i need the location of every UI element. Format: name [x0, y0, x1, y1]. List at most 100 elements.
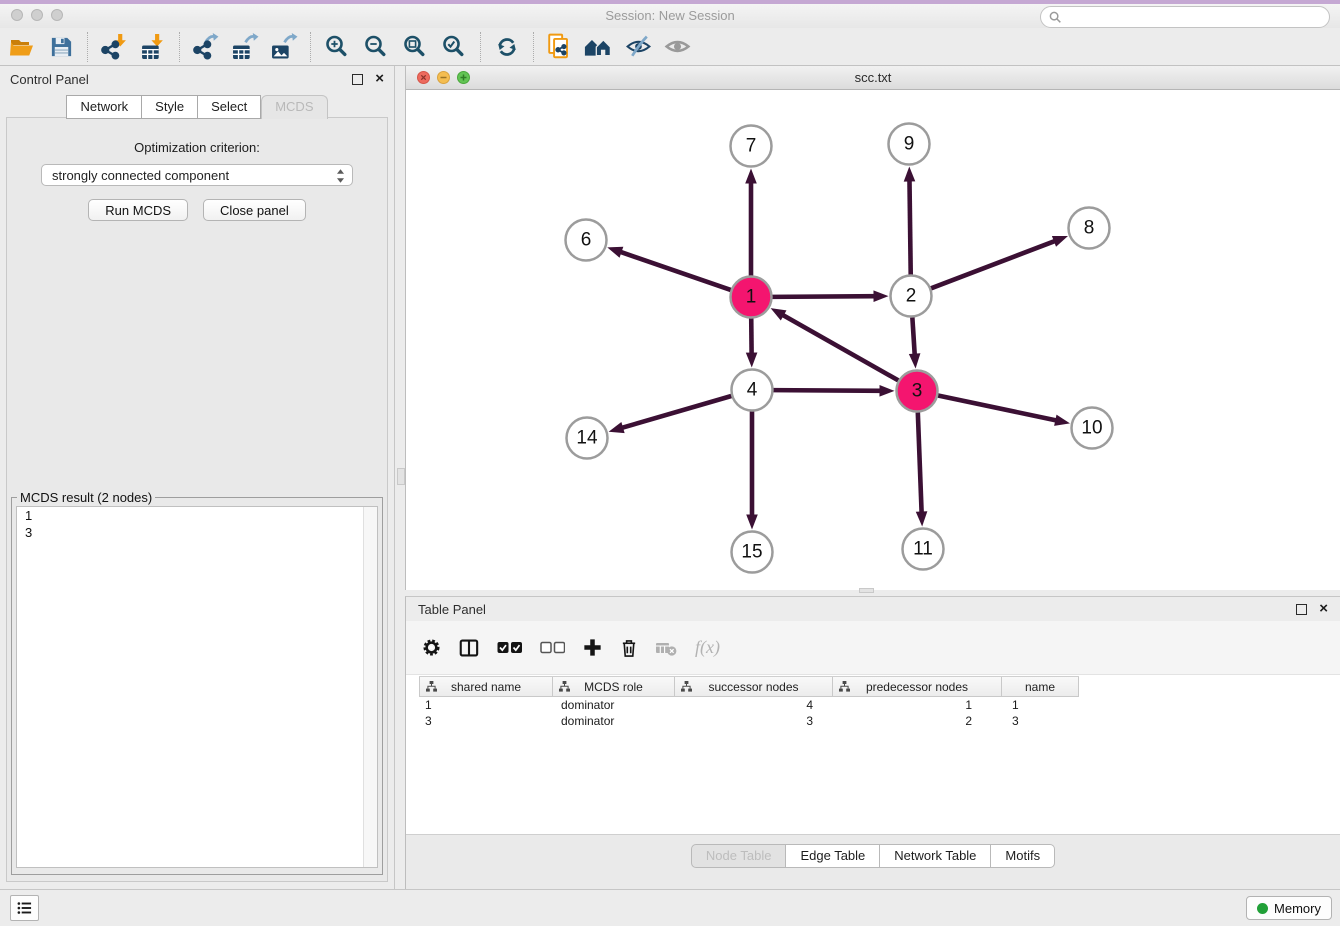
column-header-successor-nodes[interactable]: successor nodes — [675, 677, 833, 696]
column-header-predecessor-nodes[interactable]: predecessor nodes — [833, 677, 1002, 696]
zoom-in-button[interactable] — [320, 30, 354, 64]
run-mcds-button[interactable]: Run MCDS — [88, 199, 188, 221]
mcds-result-list[interactable]: 13 — [16, 506, 378, 868]
gear-icon — [422, 638, 441, 657]
mcds-panel: Optimization criterion: strongly connect… — [6, 117, 388, 882]
checked-boxes-icon — [497, 641, 522, 654]
new-network-from-selection-button[interactable] — [543, 30, 577, 64]
search-box — [1040, 6, 1330, 28]
graph-edge-arrowhead — [904, 166, 916, 181]
vertical-splitter-handle[interactable] — [397, 468, 405, 485]
column-header-mcds-role[interactable]: MCDS role — [553, 677, 675, 696]
split-pane-icon — [459, 639, 479, 657]
table-toolbar: f(x) — [406, 621, 1340, 675]
select-all-checkboxes-button[interactable] — [497, 641, 522, 654]
column-header-shared-name[interactable]: shared name — [419, 677, 553, 696]
graph-node-label: 15 — [741, 542, 762, 563]
graph-edge-2-3[interactable] — [912, 317, 914, 355]
column-settings-button[interactable] — [422, 638, 441, 657]
graph-edge-1-6[interactable] — [620, 252, 731, 290]
node-table-header: shared nameMCDS rolesuccessor nodesprede… — [419, 676, 1079, 697]
graph-node-label: 14 — [576, 428, 598, 449]
refresh-icon — [494, 34, 520, 60]
horizontal-splitter-handle[interactable] — [859, 588, 874, 593]
criterion-select[interactable]: strongly connected component — [41, 164, 353, 186]
zoom-fit-button[interactable] — [398, 30, 432, 64]
zoom-selected-button[interactable] — [437, 30, 471, 64]
memory-status-dot — [1257, 903, 1268, 914]
table-row[interactable]: 1dominator411 — [419, 697, 1079, 713]
graph-edge-3-11[interactable] — [918, 412, 922, 513]
mcds-result-node: 1 — [17, 507, 377, 524]
export-image-icon — [271, 33, 298, 60]
delete-table-button[interactable] — [656, 640, 677, 656]
mcds-result-scrollbar[interactable] — [363, 507, 377, 867]
table-cell: 1 — [419, 698, 553, 712]
add-column-button[interactable] — [583, 638, 602, 657]
table-tab-network-table[interactable]: Network Table — [880, 844, 991, 868]
graph-edge-1-2[interactable] — [772, 296, 875, 297]
control-panel-tabs: NetworkStyleSelectMCDS — [0, 95, 394, 119]
graph-node-label: 10 — [1081, 418, 1102, 439]
control-tab-select[interactable]: Select — [198, 95, 261, 119]
graph-node-label: 6 — [581, 230, 592, 251]
zoom-out-button[interactable] — [359, 30, 393, 64]
export-table-button[interactable] — [228, 30, 262, 64]
export-network-button[interactable] — [189, 30, 223, 64]
graph-edge-arrowhead — [1052, 236, 1068, 247]
graph-edge-3-10[interactable] — [938, 395, 1057, 420]
hide-selected-button[interactable] — [621, 30, 655, 64]
export-image-button[interactable] — [267, 30, 301, 64]
show-all-button[interactable] — [660, 30, 694, 64]
split-table-button[interactable] — [459, 639, 479, 657]
table-row[interactable]: 3dominator323 — [419, 713, 1079, 729]
column-header-name[interactable]: name — [1002, 677, 1079, 696]
control-tab-mcds[interactable]: MCDS — [261, 95, 327, 119]
delete-table-icon — [656, 640, 677, 656]
network-canvas[interactable]: 7968124314101511 — [406, 89, 1340, 590]
table-tabs-bar: Node TableEdge TableNetwork TableMotifs — [406, 834, 1340, 890]
graph-node-label: 4 — [747, 380, 758, 401]
node-table-body: 1dominator4113dominator323 — [419, 697, 1079, 729]
column-header-label: successor nodes — [675, 680, 832, 694]
search-input[interactable] — [1067, 9, 1321, 25]
main-toolbar — [0, 28, 1340, 66]
table-cell: 4 — [675, 698, 833, 712]
network-window: scc.txt 7968124314101511 — [405, 66, 1340, 590]
memory-button[interactable]: Memory — [1246, 896, 1332, 920]
delete-column-button[interactable] — [620, 638, 638, 658]
graph-node-label: 2 — [906, 286, 917, 307]
home-button[interactable] — [582, 30, 616, 64]
table-tab-motifs[interactable]: Motifs — [991, 844, 1055, 868]
open-session-button[interactable] — [5, 30, 39, 64]
mcds-result-title: MCDS result (2 nodes) — [17, 490, 155, 505]
graph-edge-3-1[interactable] — [782, 314, 898, 380]
toolbar-separator — [87, 32, 88, 62]
table-panel-close-button[interactable]: × — [1319, 604, 1328, 614]
control-panel-float-button[interactable] — [352, 74, 363, 85]
close-panel-button[interactable]: Close panel — [203, 199, 306, 221]
table-panel-float-button[interactable] — [1296, 604, 1307, 615]
import-network-button[interactable] — [97, 30, 131, 64]
control-panel-title: Control Panel — [10, 72, 352, 87]
graph-edge-4-14[interactable] — [621, 396, 731, 428]
toolbar-separator — [533, 32, 534, 62]
graph-edge-4-3[interactable] — [773, 390, 881, 391]
control-panel-close-button[interactable]: × — [375, 74, 384, 84]
network-view-title: scc.txt — [406, 70, 1340, 85]
task-history-button[interactable] — [10, 895, 39, 921]
refresh-view-button[interactable] — [490, 30, 524, 64]
table-tab-edge-table[interactable]: Edge Table — [786, 844, 880, 868]
table-tab-node-table[interactable]: Node Table — [691, 844, 787, 868]
control-tab-style[interactable]: Style — [142, 95, 198, 119]
graph-edge-2-9[interactable] — [909, 179, 910, 274]
deselect-all-checkboxes-button[interactable] — [540, 641, 565, 654]
graph-edge-2-8[interactable] — [931, 241, 1056, 289]
control-tab-network[interactable]: Network — [66, 95, 142, 119]
import-table-button[interactable] — [136, 30, 170, 64]
save-session-button[interactable] — [44, 30, 78, 64]
function-builder-button[interactable]: f(x) — [695, 637, 720, 658]
fx-icon: f(x) — [695, 637, 720, 658]
graph-node-label: 3 — [912, 381, 923, 402]
table-cell: 3 — [675, 714, 833, 728]
